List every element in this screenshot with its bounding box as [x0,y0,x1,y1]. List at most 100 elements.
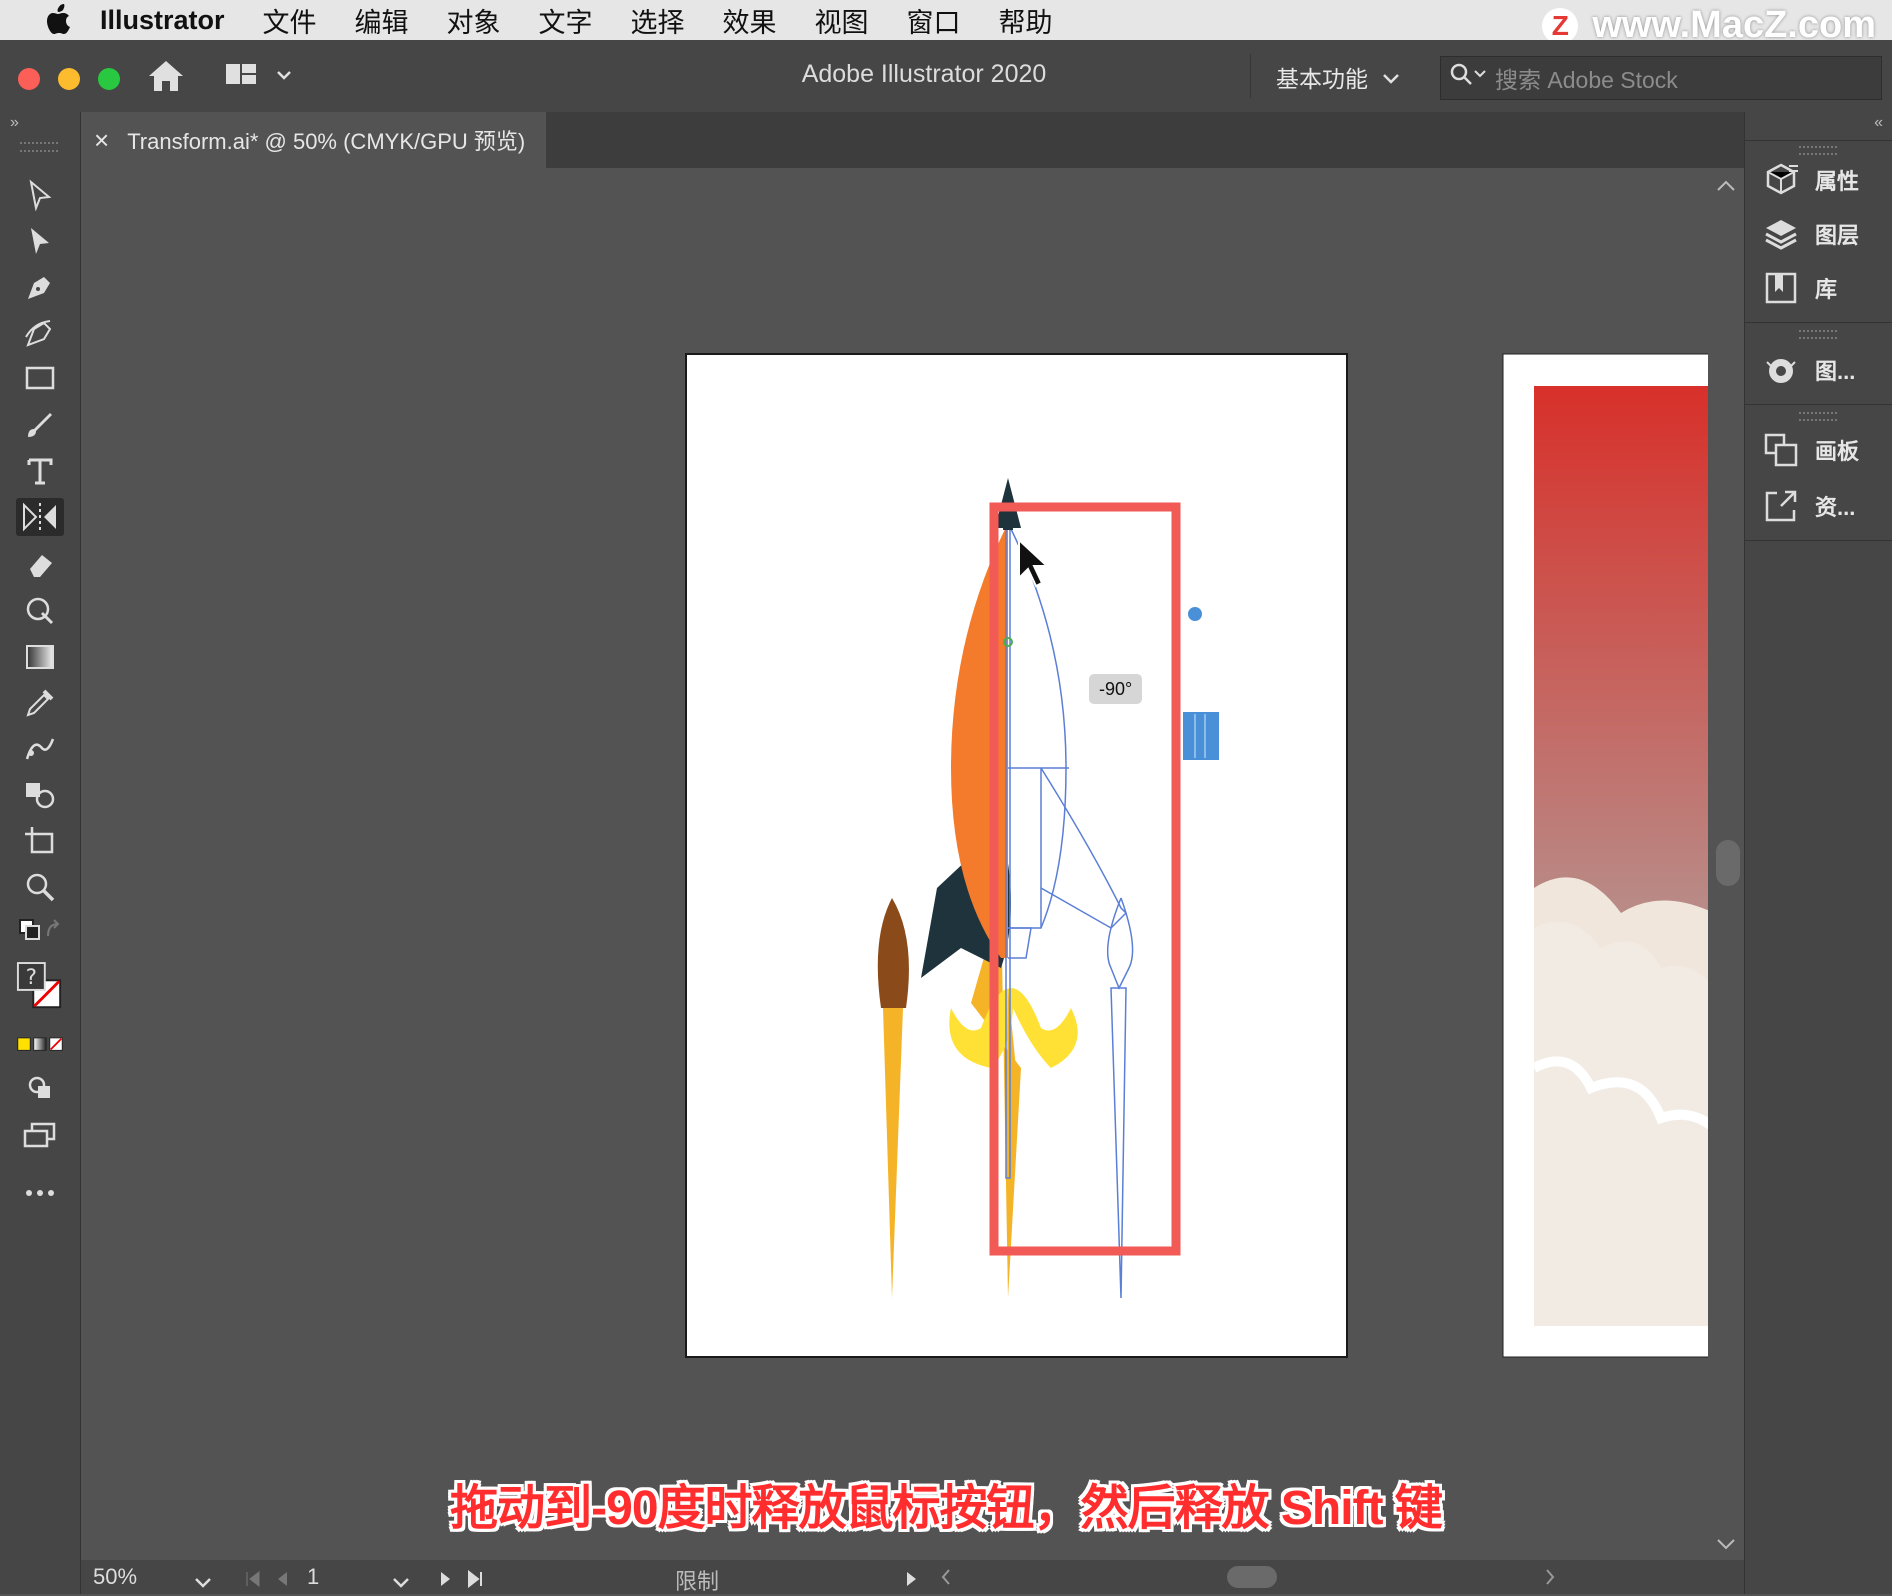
curvature-tool-icon[interactable] [16,314,64,352]
scale-handle[interactable] [1183,712,1219,760]
layers-label: 图层 [1815,223,1860,248]
pen-tool-icon[interactable] [16,268,64,306]
menu-help[interactable]: 帮助 [999,1,1053,40]
apple-menu-icon[interactable] [38,4,82,36]
zoom-dropdown-icon[interactable] [193,1570,213,1596]
horizontal-scrollbar-graphics [941,1566,1555,1588]
rotate-view-tool-icon[interactable] [16,592,64,630]
artboard-tool-icon[interactable] [16,822,64,860]
layers-panel-button[interactable]: 图层 [1761,212,1859,256]
menu-view[interactable]: 视图 [815,1,869,40]
panel-dock: « 属性 图层 库 图... 画板 资... [1744,112,1892,1594]
anchor-handle[interactable] [1003,518,1013,530]
next-artboard-icon[interactable] [435,1568,455,1594]
stock-search-field[interactable]: 搜索 Adobe Stock [1440,56,1882,100]
artboards-label: 画板 [1815,439,1860,464]
workspace-label: 基本功能 [1276,66,1368,92]
canvas-area[interactable]: -90° [81,168,1708,1560]
scrollbar-graphics [1716,180,1740,1550]
zoom-level: 50% [93,1564,138,1589]
artboards-panel-button[interactable]: 画板 [1761,428,1859,472]
search-input[interactable]: 搜索 Adobe Stock [1495,61,1678,95]
last-artboard-icon[interactable] [465,1568,485,1594]
color-guide-icon [1761,350,1801,390]
color-guide-panel-button[interactable]: 图... [1761,348,1855,392]
eyedropper-tool-icon[interactable] [16,684,64,722]
layers-icon [1761,214,1801,254]
first-artboard-icon[interactable] [243,1568,263,1594]
collapse-toolbar-icon[interactable]: » [10,114,19,132]
workspace-switcher[interactable]: 基本功能 [1276,60,1400,94]
asset-export-icon [1761,486,1801,526]
libraries-icon [1761,268,1801,308]
paintbrush-tool-icon[interactable] [16,406,64,444]
draw-mode-icon[interactable] [16,1068,64,1106]
titlebar-divider [1250,54,1251,98]
gradient-tool-icon[interactable] [16,638,64,676]
title-bar: Adobe Illustrator 2020 基本功能 搜索 Adobe Sto… [0,40,1892,112]
previous-artboard-icon[interactable] [273,1568,293,1594]
properties-panel-button[interactable]: 属性 [1761,158,1859,202]
status-text[interactable]: 限制 [675,1564,719,1596]
panel-grip[interactable] [1799,330,1837,339]
panel-grip[interactable] [1799,412,1837,421]
fill-stroke-swatch[interactable]: ? [16,958,64,1018]
swap-fill-stroke-icon[interactable] [16,912,64,950]
zoom-tool-icon[interactable] [16,868,64,906]
vertical-scrollbar[interactable] [1708,168,1744,1560]
panel-grip[interactable] [1799,146,1837,155]
menu-effect[interactable]: 效果 [723,1,777,40]
rotate-handle[interactable] [1188,607,1202,621]
menu-window[interactable]: 窗口 [907,1,961,40]
document-tab-bar: × Transform.ai* @ 50% (CMYK/GPU 预览) [80,112,1744,168]
expand-panels-icon[interactable]: « [1874,114,1883,132]
tutorial-caption: 拖动到-90度时释放鼠标按钮，然后释放 Shift 键 [450,1482,1443,1535]
menu-edit[interactable]: 编辑 [355,1,409,40]
libraries-panel-button[interactable]: 库 [1761,266,1837,310]
watermark-badge: Z [1542,7,1579,44]
tools-panel: » ? [0,112,81,1594]
document-tab[interactable]: × Transform.ai* @ 50% (CMYK/GPU 预览) [80,112,546,168]
panel-divider [1745,404,1892,405]
artboard-number: 1 [307,1564,320,1589]
artwork [685,353,1708,1358]
chevron-down-icon [1382,64,1400,91]
eraser-tool-icon[interactable] [16,546,64,584]
menu-object[interactable]: 对象 [447,1,501,40]
properties-icon [1761,160,1801,200]
status-menu-arrow-icon[interactable] [901,1568,921,1594]
cloud-shape-front [1534,921,1708,1326]
menu-type[interactable]: 文字 [539,1,593,40]
menu-select[interactable]: 选择 [631,1,685,40]
edit-toolbar-icon[interactable] [16,1174,64,1212]
document-tab-label: Transform.ai* @ 50% (CMYK/GPU 预览) [127,129,526,154]
selection-tool-icon[interactable] [16,176,64,214]
zoom-level-field[interactable]: 50% [93,1560,173,1594]
screen-mode-icon[interactable] [16,1116,64,1154]
color-guide-label: 图... [1815,359,1856,384]
type-tool-icon[interactable] [16,452,64,490]
reflect-tool-icon[interactable] [16,498,64,536]
blend-tool-icon[interactable] [16,730,64,768]
angle-tooltip: -90° [1089,674,1143,704]
svg-text:?: ? [26,964,37,989]
menu-file[interactable]: 文件 [263,1,317,40]
angle-tooltip-text: -90° [1099,678,1133,699]
panel-divider [1745,140,1892,141]
rectangle-tool-icon[interactable] [16,360,64,398]
horizontal-scrollbar[interactable] [935,1564,1735,1590]
app-menu[interactable]: Illustrator [100,5,225,36]
color-mode-icon[interactable] [16,1026,64,1064]
artboard-number-field[interactable]: 1 [307,1560,367,1594]
panel-divider [1745,322,1892,323]
toolbar-grip[interactable] [20,142,58,152]
shape-builder-tool-icon[interactable] [16,776,64,814]
artboard-dropdown-icon[interactable] [391,1570,411,1596]
asset-export-label: 资... [1815,495,1856,520]
close-tab-icon[interactable]: × [94,125,109,156]
menu-bar: Illustrator 文件 编辑 对象 文字 选择 效果 视图 窗口 帮助 Z… [0,0,1892,46]
direct-selection-tool-icon[interactable] [16,222,64,260]
status-bar: 50% 1 限制 [81,1560,1744,1594]
asset-export-panel-button[interactable]: 资... [1761,484,1855,528]
panel-divider [1745,540,1892,541]
